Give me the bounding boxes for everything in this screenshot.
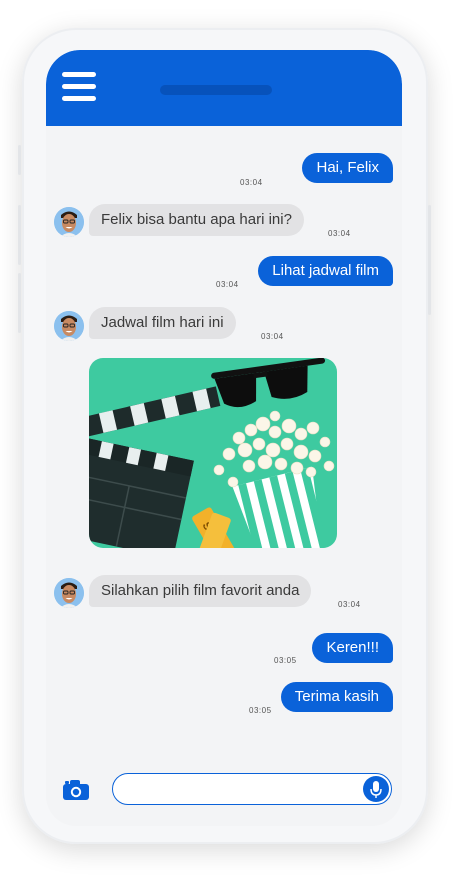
message-time: 03:04: [261, 332, 284, 341]
bot-avatar: [54, 311, 84, 341]
message-time: 03:04: [216, 280, 239, 289]
message-bubble-received[interactable]: Silahkan pilih film favorit anda: [89, 575, 312, 607]
movie-image[interactable]: SUY: [89, 358, 337, 548]
message-bubble-sent[interactable]: Hai, Felix: [302, 153, 393, 183]
phone-side-button: [18, 273, 21, 333]
message-time: 03:05: [249, 706, 272, 715]
microphone-icon[interactable]: [363, 776, 389, 802]
message-time: 03:04: [240, 178, 263, 187]
app-header: [46, 50, 402, 126]
phone-side-button: [18, 205, 21, 265]
message-time: 03:04: [338, 600, 361, 609]
phone-side-button: [18, 145, 21, 175]
message-bubble-sent[interactable]: Lihat jadwal film: [258, 256, 393, 286]
phone-side-button: [428, 205, 431, 315]
message-input[interactable]: [112, 773, 392, 805]
message-bubble-sent[interactable]: Terima kasih: [280, 682, 393, 712]
menu-icon[interactable]: [62, 72, 96, 102]
message-bubble-received[interactable]: Jadwal film hari ini: [89, 307, 236, 339]
chat-screen: Hai, Felix 03:04 Felix bisa bantu apa ha…: [46, 50, 402, 826]
message-bubble-sent[interactable]: Keren!!!: [312, 633, 393, 663]
bot-avatar: [54, 207, 84, 237]
phone-notch: [160, 85, 272, 95]
message-time: 03:04: [328, 229, 351, 238]
message-bubble-received[interactable]: Felix bisa bantu apa hari ini?: [89, 204, 304, 236]
bot-avatar: [54, 578, 84, 608]
camera-icon[interactable]: [63, 780, 89, 805]
message-time: 03:05: [274, 656, 297, 665]
